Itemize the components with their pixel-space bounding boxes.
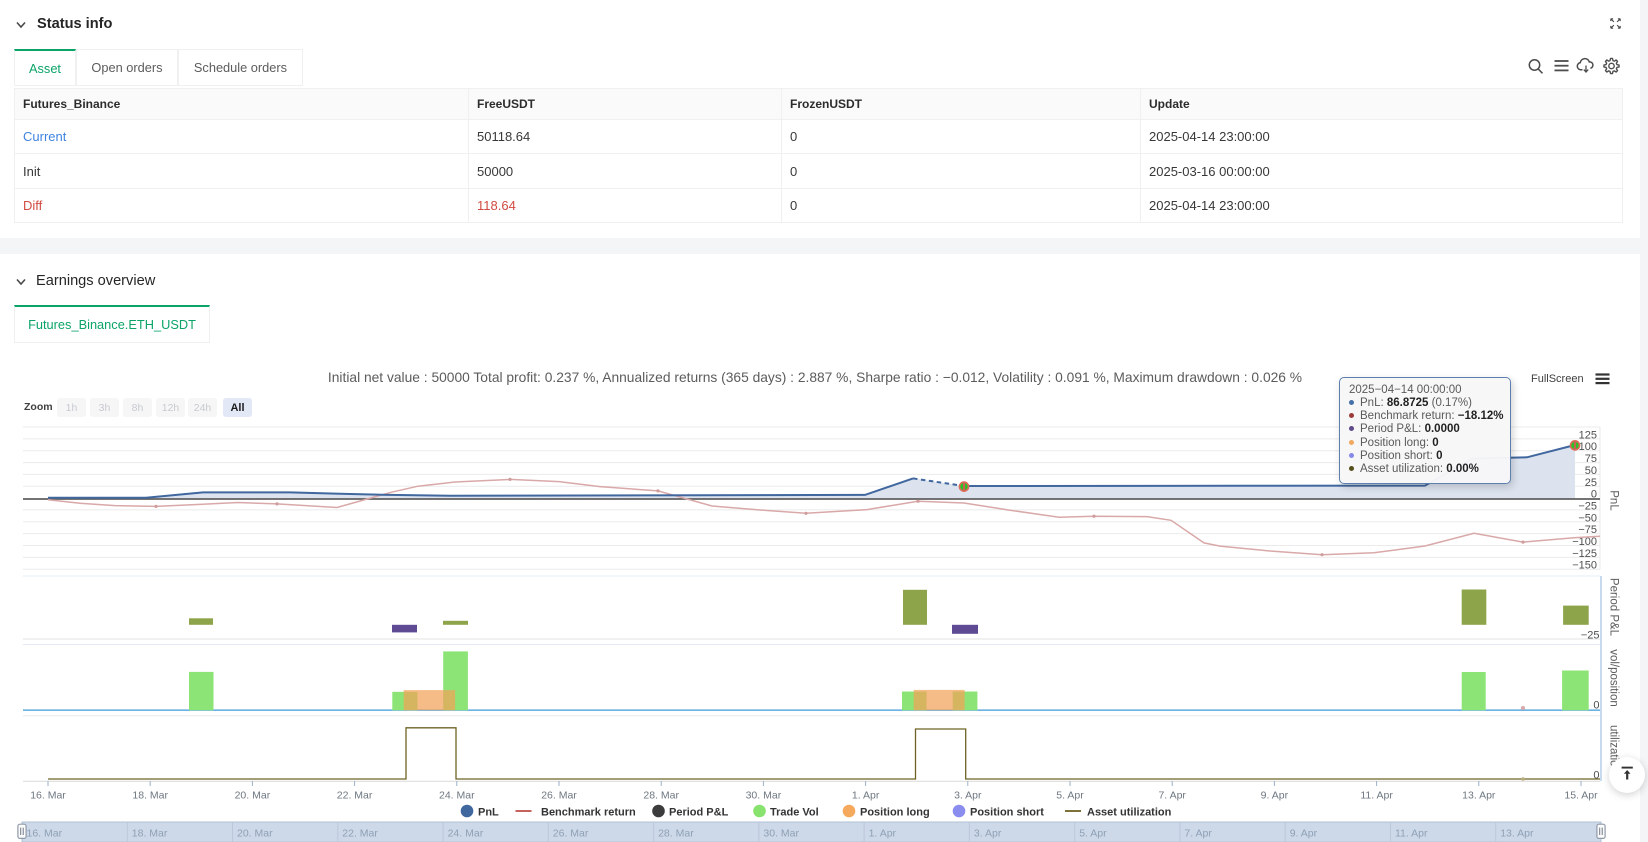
svg-text:−25: −25 — [1578, 500, 1597, 512]
svg-text:125: 125 — [1579, 429, 1597, 441]
svg-text:5. Apr: 5. Apr — [1056, 790, 1084, 802]
svg-text:13. Apr: 13. Apr — [1500, 827, 1534, 839]
svg-text:28. Mar: 28. Mar — [658, 827, 694, 839]
svg-text:50: 50 — [1585, 465, 1597, 477]
svg-text:1. Apr: 1. Apr — [852, 790, 880, 802]
svg-text:1. Apr: 1. Apr — [869, 827, 897, 839]
svg-text:Benchmark return: Benchmark return — [541, 807, 636, 819]
svg-text:11. Apr: 11. Apr — [1360, 790, 1393, 802]
svg-text:30. Mar: 30. Mar — [746, 790, 782, 802]
svg-text:0: 0 — [1593, 700, 1599, 712]
svg-text:7. Apr: 7. Apr — [1158, 790, 1186, 802]
svg-text:25: 25 — [1585, 477, 1597, 489]
svg-text:20. Mar: 20. Mar — [237, 827, 273, 839]
svg-text:Period P&L: Period P&L — [669, 807, 729, 819]
svg-text:26. Mar: 26. Mar — [541, 790, 577, 802]
svg-text:100: 100 — [1579, 441, 1597, 453]
svg-text:24. Mar: 24. Mar — [439, 790, 475, 802]
svg-text:3. Apr: 3. Apr — [974, 827, 1002, 839]
svg-text:22. Mar: 22. Mar — [337, 790, 373, 802]
svg-text:11. Apr: 11. Apr — [1395, 827, 1428, 839]
svg-text:24. Mar: 24. Mar — [448, 827, 484, 839]
svg-text:PnL: PnL — [478, 807, 499, 819]
svg-text:15. Apr: 15. Apr — [1564, 790, 1598, 802]
svg-text:Trade Vol: Trade Vol — [770, 807, 819, 819]
svg-text:22. Mar: 22. Mar — [342, 827, 378, 839]
svg-text:−75: −75 — [1578, 524, 1597, 536]
svg-text:PnL: PnL — [1608, 490, 1620, 511]
svg-text:0: 0 — [1593, 770, 1599, 782]
svg-text:13. Apr: 13. Apr — [1462, 790, 1496, 802]
svg-text:Asset utilization: Asset utilization — [1087, 807, 1172, 819]
svg-text:3. Apr: 3. Apr — [954, 790, 982, 802]
svg-text:28. Mar: 28. Mar — [643, 790, 679, 802]
svg-text:−25: −25 — [1581, 630, 1600, 642]
svg-text:Position long: Position long — [860, 807, 930, 819]
svg-text:vol/position: vol/position — [1608, 649, 1620, 707]
svg-text:7. Apr: 7. Apr — [1184, 827, 1212, 839]
svg-text:18. Mar: 18. Mar — [132, 790, 168, 802]
svg-text:Period P&L: Period P&L — [1608, 578, 1620, 637]
svg-text:18. Mar: 18. Mar — [132, 827, 168, 839]
svg-text:30. Mar: 30. Mar — [763, 827, 799, 839]
svg-text:9. Apr: 9. Apr — [1290, 827, 1318, 839]
svg-text:16. Mar: 16. Mar — [27, 827, 63, 839]
svg-text:20. Mar: 20. Mar — [235, 790, 271, 802]
svg-text:−150: −150 — [1572, 560, 1597, 572]
svg-text:5. Apr: 5. Apr — [1079, 827, 1107, 839]
svg-text:16. Mar: 16. Mar — [30, 790, 66, 802]
svg-text:Position short: Position short — [970, 807, 1044, 819]
svg-text:9. Apr: 9. Apr — [1261, 790, 1289, 802]
svg-text:75: 75 — [1585, 453, 1597, 465]
svg-text:−50: −50 — [1578, 512, 1597, 524]
svg-text:−125: −125 — [1572, 548, 1597, 560]
svg-text:26. Mar: 26. Mar — [553, 827, 589, 839]
